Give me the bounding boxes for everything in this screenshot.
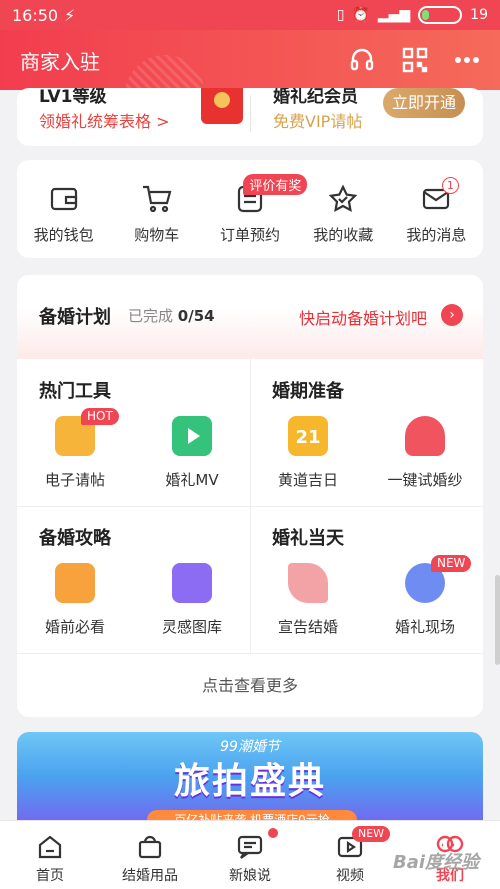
calendar-icon: 21 [288, 416, 328, 456]
vibrate-icon: ▯ [336, 7, 345, 23]
notification-dot [268, 828, 278, 838]
home-icon [38, 835, 62, 859]
red-envelope-icon [201, 88, 243, 124]
cart-icon [142, 185, 172, 213]
usb-icon: ⚡ [64, 5, 76, 25]
star-icon [328, 184, 358, 213]
scrollbar[interactable] [495, 575, 500, 665]
start-plan-link[interactable]: 快启动备婚计划吧 [299, 305, 427, 329]
section-title: 热门工具 [39, 381, 111, 402]
heart-card-icon [55, 563, 95, 603]
order-entry[interactable]: 评价有奖 订单预约 [203, 160, 308, 258]
vip-card: LV1等级 领婚礼统筹表格 > 婚礼纪会员 免费VIP请帖 立即开通 [17, 88, 483, 146]
section-title: 婚期准备 [272, 381, 344, 402]
dress-icon [405, 416, 445, 456]
wedding-live-tool[interactable]: NEW 婚礼现场 [367, 555, 483, 637]
tool-label: 黄道吉日 [277, 471, 338, 489]
tool-label: 灵感图库 [161, 618, 222, 636]
wallet-icon [50, 187, 77, 211]
plan-header: 备婚计划 已完成 0/54 快启动备婚计划吧 › [17, 275, 483, 359]
nav-home[interactable]: 首页 [0, 821, 100, 889]
nav-label: 视频 [336, 868, 364, 884]
must-read-tool[interactable]: 婚前必看 [17, 563, 133, 637]
bag-icon [138, 835, 162, 859]
member-title: 婚礼纪会员 [273, 88, 358, 107]
headset-icon[interactable] [348, 46, 376, 74]
arrow-right-icon[interactable]: › [441, 304, 463, 326]
heart-icon: NEW [405, 555, 472, 603]
qr-code-icon[interactable] [402, 47, 428, 73]
section-title: 婚礼当天 [272, 528, 344, 549]
favorites-label: 我的收藏 [313, 226, 374, 244]
inspiration-gallery-tool[interactable]: 灵感图库 [134, 563, 250, 637]
new-badge: NEW [431, 555, 472, 572]
nav-bride-talk[interactable]: 新娘说 [200, 821, 300, 889]
prep-section: 婚期准备 21 黄道吉日 一键试婚纱 [250, 359, 483, 506]
battery-icon [418, 6, 463, 24]
status-bar: 16:50 ⚡ ▯ ⏰ ▂▄▆ 19 [0, 0, 500, 30]
announce-tool[interactable]: 宣告结婚 [250, 563, 366, 637]
video-new-badge: NEW [352, 826, 391, 842]
watermark: Bai度经验 [393, 852, 480, 873]
quick-actions: 我的钱包 购物车 评价有奖 订单预约 我的收藏 1 我的消息 [17, 160, 483, 258]
tool-label: 婚礼MV [165, 471, 219, 489]
tool-label: 电子请帖 [44, 471, 105, 489]
level-link[interactable]: 领婚礼统筹表格 > [39, 108, 170, 132]
cart-entry[interactable]: 购物车 [110, 160, 203, 258]
guide-section: 备婚攻略 婚前必看 灵感图库 [17, 506, 250, 653]
battery-fill [422, 10, 429, 20]
tool-label: 婚礼现场 [394, 618, 455, 636]
play-triangle-icon [188, 428, 200, 444]
tool-label: 一键试婚纱 [387, 471, 463, 489]
message-count-badge: 1 [441, 177, 459, 194]
e-invitation-tool[interactable]: HOT 电子请帖 [17, 408, 133, 490]
wallet-entry[interactable]: 我的钱包 [17, 160, 110, 258]
try-dress-tool[interactable]: 一键试婚纱 [367, 416, 483, 490]
view-more-button[interactable]: 点击查看更多 [17, 653, 483, 717]
envelope-icon: HOT [55, 408, 119, 456]
alarm-icon: ⏰ [352, 7, 370, 23]
wedding-mv-tool[interactable]: 婚礼MV [134, 416, 250, 490]
promo-banner[interactable]: 99潮婚节 旅拍盛典 百亿补贴来袭 机票酒店0元抢 [17, 732, 483, 832]
merchant-entry-link[interactable]: 商家入驻 [20, 46, 100, 75]
hot-tools-section: 热门工具 HOT 电子请帖 婚礼MV [17, 359, 250, 506]
favorites-entry[interactable]: 我的收藏 [297, 160, 390, 258]
tool-label: 婚前必看 [44, 618, 105, 636]
member-subtitle: 免费VIP请帖 [273, 112, 363, 131]
status-time: 16:50 [12, 5, 59, 25]
wedding-plan-card: 备婚计划 已完成 0/54 快启动备婚计划吧 › 热门工具 HOT 电子请帖 婚… [17, 275, 483, 717]
plan-progress-value: 0/54 [177, 307, 215, 325]
auspicious-date-tool[interactable]: 21 黄道吉日 [250, 416, 366, 490]
banner-title: 旅拍盛典 [173, 761, 326, 802]
plan-title: 备婚计划 [39, 307, 111, 328]
nav-label: 首页 [36, 868, 64, 884]
wedding-day-section: 婚礼当天 宣告结婚 NEW 婚礼现场 [250, 506, 483, 653]
play-icon [172, 416, 212, 456]
header-bar: 商家入驻 [0, 30, 500, 135]
messages-label: 我的消息 [406, 226, 467, 244]
plan-progress: 已完成 0/54 [128, 305, 215, 326]
section-title: 备婚攻略 [39, 528, 111, 549]
tools-grid: 热门工具 HOT 电子请帖 婚礼MV 婚期准备 21 黄道吉日 一键试婚纱 备婚… [17, 359, 483, 653]
messages-entry[interactable]: 1 我的消息 [390, 160, 483, 258]
nav-label: 结婚用品 [122, 868, 178, 884]
signal-icon: ▂▄▆ [377, 7, 411, 23]
open-vip-button[interactable]: 立即开通 [383, 88, 465, 118]
party-popper-icon [288, 563, 328, 603]
chat-icon [237, 835, 263, 859]
battery-percent: 19 [470, 7, 488, 23]
divider [250, 96, 251, 132]
level-title: LV1等级 [39, 88, 107, 107]
plan-progress-label: 已完成 [128, 307, 174, 325]
hot-badge: HOT [81, 408, 119, 425]
app-screen: 16:50 ⚡ ▯ ⏰ ▂▄▆ 19 商家入驻 LV1等级 领婚礼统筹表格 > … [0, 0, 500, 889]
wallet-label: 我的钱包 [33, 226, 94, 244]
nav-wedding-goods[interactable]: 结婚用品 [100, 821, 200, 889]
gallery-icon [172, 563, 212, 603]
cart-label: 购物车 [134, 226, 180, 244]
nav-label: 新娘说 [229, 868, 271, 884]
more-icon[interactable] [454, 56, 480, 64]
tool-label: 宣告结婚 [277, 618, 338, 636]
order-label: 订单预约 [220, 226, 281, 244]
